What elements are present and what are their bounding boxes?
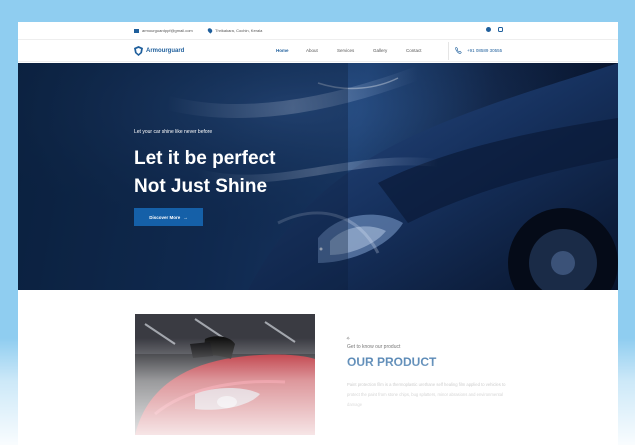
discover-more-button[interactable]: Discover More → (134, 208, 203, 226)
nav-item-home[interactable]: Home (276, 48, 306, 53)
section-eyebrow: Get to know our product (347, 344, 401, 350)
hero-title: Let it be perfect Not Just Shine (134, 145, 275, 201)
sparkle-icon: ✧ (346, 336, 351, 342)
nav-divider (448, 42, 449, 60)
discover-more-label: Discover More (149, 214, 181, 220)
phone-number: +91 08589 30555 (467, 48, 503, 53)
nav-item-services[interactable]: Services (337, 48, 373, 53)
instagram-icon[interactable] (498, 27, 503, 32)
social-links (486, 27, 503, 32)
product-car-photo (135, 314, 315, 435)
hero-title-line-2: Not Just Shine (134, 176, 268, 197)
brand-name: Armourguard (146, 48, 185, 54)
section-title: OUR PRODUCT (347, 355, 437, 369)
brand-logo[interactable]: Armourguard (134, 46, 184, 56)
address: Thrikakara, Cochin, Kerala (206, 27, 263, 34)
hero-title-line-1: Let it be perfect (134, 148, 276, 169)
nav-item-contact[interactable]: Contact (406, 48, 436, 53)
shield-logo-icon (134, 46, 143, 56)
location-pin-icon (206, 27, 214, 34)
page-frame: armourguardppf@gmail.com Thrikakara, Coc… (18, 22, 618, 445)
nav-item-gallery[interactable]: Gallery (373, 48, 406, 53)
email-text: armourguardppf@gmail.com (142, 28, 193, 33)
address-text: Thrikakara, Cochin, Kerala (215, 28, 263, 33)
top-contact-bar: armourguardppf@gmail.com Thrikakara, Coc… (18, 22, 618, 40)
product-image (135, 314, 315, 435)
email-link[interactable]: armourguardppf@gmail.com (134, 28, 193, 33)
product-description: Paint protection film is a thermoplastic… (347, 382, 506, 407)
hero-banner: Let your car shine like never before Let… (18, 63, 618, 290)
hero-kicker: Let your car shine like never before (134, 129, 213, 135)
hero-car-image (18, 63, 618, 290)
phone-icon (455, 47, 462, 54)
nav-item-about[interactable]: About (306, 48, 337, 53)
facebook-icon[interactable] (486, 27, 491, 32)
mail-icon (134, 28, 139, 33)
main-nav: Armourguard Home About Services Gallery … (18, 40, 618, 62)
arrow-right-icon: → (183, 214, 188, 220)
nav-menu: Home About Services Gallery Contact (276, 48, 436, 53)
phone-link[interactable]: +91 08589 30555 (455, 47, 502, 54)
